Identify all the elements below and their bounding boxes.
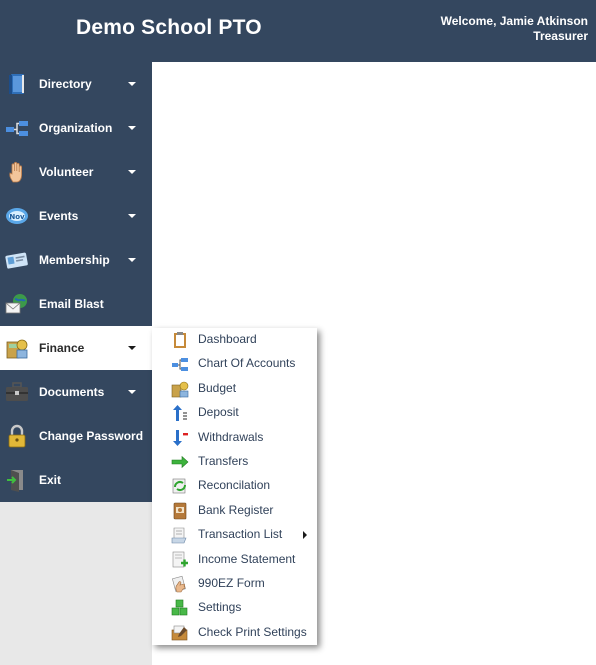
form-hand-icon [171, 575, 189, 593]
chevron-down-icon [128, 82, 136, 86]
book-icon [5, 72, 29, 96]
events-icon: Nov [5, 204, 29, 228]
submenu-label: Reconcilation [198, 478, 271, 493]
submenu-label: Settings [198, 600, 242, 615]
padlock-icon [5, 424, 29, 448]
menu-label: Email Blast [39, 297, 104, 311]
app-header: Demo School PTO Welcome, Jamie Atkinson … [0, 0, 596, 62]
user-role: Treasurer [533, 29, 588, 43]
menu-item-events[interactable]: Nov Events [0, 194, 152, 238]
menu-item-organization[interactable]: Organization [0, 106, 152, 150]
submenu-label: Withdrawals [198, 429, 264, 444]
raised-hand-icon [5, 160, 29, 184]
svg-text:Nov: Nov [9, 213, 25, 221]
submenu-label: Deposit [198, 405, 239, 420]
submenu-item-transfers[interactable]: Transfers [152, 450, 317, 474]
transfers-arrow-icon [171, 453, 189, 471]
app-title: Demo School PTO [76, 16, 262, 39]
menu-item-directory[interactable]: Directory [0, 62, 152, 106]
chart-of-accounts-icon [171, 355, 189, 373]
menu-label: Volunteer [39, 165, 94, 179]
bank-register-icon [171, 502, 189, 520]
withdrawals-icon [171, 429, 189, 447]
submenu-label: Chart Of Accounts [198, 356, 296, 371]
submenu-label: Transaction List [198, 527, 283, 542]
submenu-item-transaction-list[interactable]: Transaction List [152, 523, 317, 547]
menu-label: Events [39, 209, 79, 223]
income-statement-icon [171, 551, 189, 569]
welcome-user: Welcome, Jamie Atkinson [440, 14, 588, 28]
menu-label: Change Password [39, 429, 144, 443]
org-chart-icon [5, 116, 29, 140]
finance-icon [5, 336, 29, 360]
check-print-icon [171, 624, 189, 642]
budget-icon [171, 380, 189, 398]
submenu-label: Check Print Settings [198, 624, 307, 639]
submenu-item-reconcilation[interactable]: Reconcilation [152, 474, 317, 498]
chevron-down-icon [128, 390, 136, 394]
chevron-right-icon [303, 531, 307, 540]
menu-item-membership[interactable]: Membership [0, 238, 152, 282]
menu-label: Membership [39, 253, 110, 267]
transaction-list-icon [171, 526, 189, 544]
chevron-down-icon [128, 170, 136, 174]
email-globe-icon [5, 292, 29, 316]
submenu-item-income-statement[interactable]: Income Statement [152, 548, 317, 572]
exit-door-icon [5, 468, 29, 492]
submenu-item-budget[interactable]: Budget [152, 377, 317, 401]
settings-cubes-icon [171, 599, 189, 617]
finance-submenu: Dashboard Chart Of Accounts Budget Depos… [152, 328, 317, 645]
menu-item-change-password[interactable]: Change Password [0, 414, 152, 458]
submenu-label: 990EZ Form [198, 575, 265, 590]
chevron-down-icon [128, 214, 136, 218]
submenu-item-check-print-settings[interactable]: Check Print Settings [152, 621, 317, 645]
submenu-label: Dashboard [198, 332, 257, 346]
main-menu: Directory Organization Volunteer Nov Eve… [0, 62, 152, 502]
menu-item-volunteer[interactable]: Volunteer [0, 150, 152, 194]
menu-label: Exit [39, 473, 62, 487]
submenu-item-dashboard[interactable]: Dashboard [152, 328, 317, 352]
menu-label: Directory [39, 77, 92, 91]
submenu-label: Transfers [198, 453, 249, 468]
submenu-item-bank-register[interactable]: Bank Register [152, 499, 317, 523]
reconcile-icon [171, 477, 189, 495]
menu-item-email-blast[interactable]: Email Blast [0, 282, 152, 326]
sidebar: Directory Organization Volunteer Nov Eve… [0, 62, 152, 665]
menu-label: Organization [39, 121, 113, 135]
submenu-item-withdrawals[interactable]: Withdrawals [152, 426, 317, 450]
submenu-item-990ez-form[interactable]: 990EZ Form [152, 572, 317, 596]
submenu-label: Income Statement [198, 551, 296, 566]
membership-card-icon [5, 248, 29, 272]
briefcase-icon [5, 380, 29, 404]
submenu-item-settings[interactable]: Settings [152, 596, 317, 620]
chevron-down-icon [128, 126, 136, 130]
menu-item-finance[interactable]: Finance [0, 326, 152, 370]
menu-item-exit[interactable]: Exit [0, 458, 152, 502]
menu-label: Finance [39, 341, 85, 355]
menu-label: Documents [39, 385, 105, 399]
submenu-item-chart-of-accounts[interactable]: Chart Of Accounts [152, 352, 317, 376]
menu-item-documents[interactable]: Documents [0, 370, 152, 414]
welcome-text: Welcome, Jamie Atkinson Treasurer [441, 14, 588, 44]
submenu-item-deposit[interactable]: Deposit [152, 401, 317, 425]
submenu-label: Budget [198, 380, 237, 395]
chevron-down-icon [128, 258, 136, 262]
clipboard-icon [171, 331, 189, 349]
submenu-label: Bank Register [198, 502, 274, 517]
chevron-down-icon [128, 346, 136, 350]
deposit-icon [171, 404, 189, 422]
